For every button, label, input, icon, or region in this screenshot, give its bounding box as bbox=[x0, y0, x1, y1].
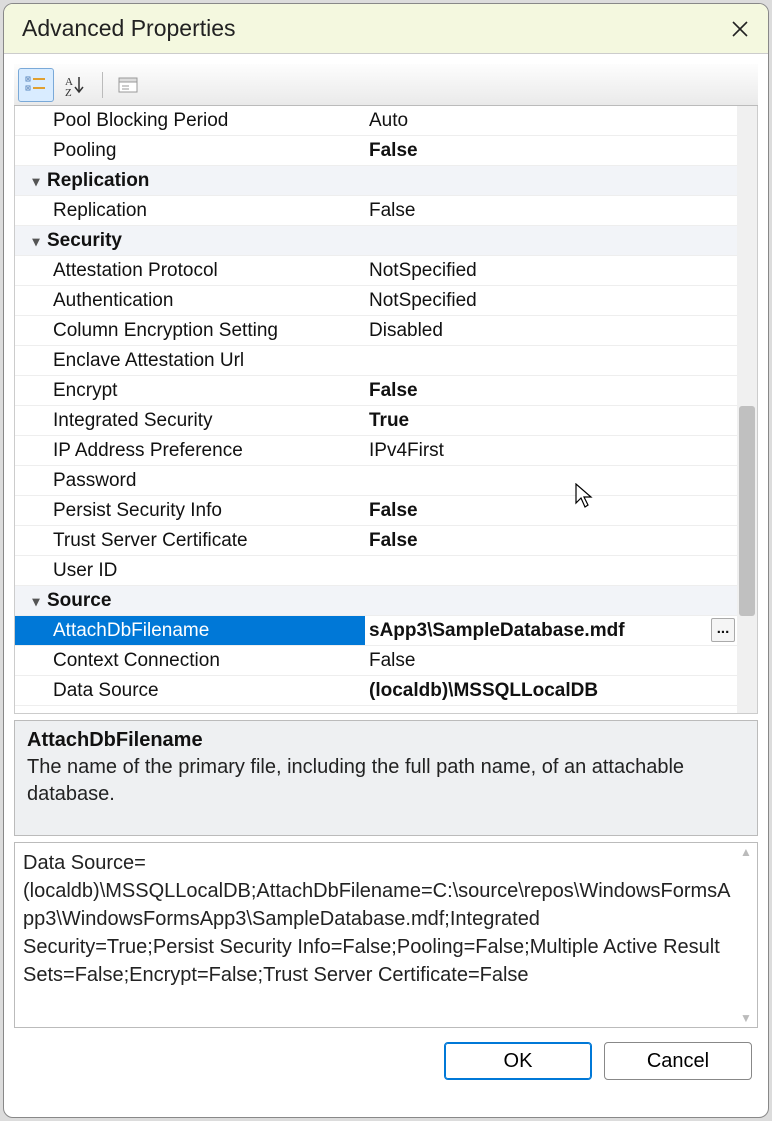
category-label: Security bbox=[47, 230, 122, 251]
property-grid: Pool Blocking Period Auto Pooling False … bbox=[14, 106, 758, 714]
category-row-replication[interactable]: ▾Replication bbox=[15, 166, 737, 196]
property-value[interactable]: False bbox=[365, 646, 737, 675]
property-pages-icon bbox=[117, 75, 141, 95]
property-name: Column Encryption Setting bbox=[15, 316, 365, 345]
toolbar-separator bbox=[102, 72, 103, 98]
property-row[interactable]: Authentication NotSpecified bbox=[15, 286, 737, 316]
property-name: Integrated Security bbox=[15, 406, 365, 435]
property-name: Pool Blocking Period bbox=[15, 106, 365, 135]
close-icon bbox=[731, 20, 749, 38]
property-value[interactable]: False bbox=[365, 196, 737, 225]
ok-button[interactable]: OK bbox=[444, 1042, 592, 1080]
property-row[interactable]: Replication False bbox=[15, 196, 737, 226]
close-button[interactable] bbox=[726, 15, 754, 43]
categorized-icon bbox=[25, 75, 47, 95]
property-name: User ID bbox=[15, 556, 365, 585]
property-name: Context Connection bbox=[15, 646, 365, 675]
property-row[interactable]: Persist Security Info False bbox=[15, 496, 737, 526]
textbox-spinner: ▲ ▼ bbox=[737, 845, 755, 1025]
arrow-up-icon[interactable]: ▲ bbox=[737, 845, 755, 859]
property-name: Pooling bbox=[15, 136, 365, 165]
property-row[interactable]: Integrated Security True bbox=[15, 406, 737, 436]
property-value[interactable]: Auto bbox=[365, 106, 737, 135]
property-row-selected[interactable]: AttachDbFilename sApp3\SampleDatabase.md… bbox=[15, 616, 737, 646]
property-pages-button[interactable] bbox=[111, 68, 147, 102]
property-value[interactable]: NotSpecified bbox=[365, 256, 737, 285]
vertical-scrollbar[interactable] bbox=[737, 106, 757, 713]
property-row[interactable]: Pool Blocking Period Auto bbox=[15, 106, 737, 136]
titlebar: Advanced Properties bbox=[4, 4, 768, 54]
property-value[interactable]: (localdb)\MSSQLLocalDB bbox=[365, 676, 737, 705]
description-body: The name of the primary file, including … bbox=[27, 754, 745, 808]
property-value[interactable]: False bbox=[365, 526, 737, 555]
property-row[interactable]: IP Address Preference IPv4First bbox=[15, 436, 737, 466]
property-name: Enclave Attestation Url bbox=[15, 346, 365, 375]
categorized-button[interactable] bbox=[18, 68, 54, 102]
connection-string-box[interactable]: Data Source=(localdb)\MSSQLLocalDB;Attac… bbox=[14, 842, 758, 1028]
category-row-source[interactable]: ▾Source bbox=[15, 586, 737, 616]
property-value[interactable] bbox=[365, 346, 737, 375]
property-name: Persist Security Info bbox=[15, 496, 365, 525]
property-value[interactable]: False bbox=[365, 496, 737, 525]
property-value[interactable]: Disabled bbox=[365, 316, 737, 345]
description-panel: AttachDbFilename The name of the primary… bbox=[14, 720, 758, 836]
advanced-properties-dialog: Advanced Properties A Z bbox=[3, 3, 769, 1118]
description-title: AttachDbFilename bbox=[27, 729, 745, 752]
property-name: Replication bbox=[15, 196, 365, 225]
property-value[interactable]: False bbox=[365, 376, 737, 405]
category-label: Source bbox=[47, 590, 111, 611]
property-row[interactable]: Column Encryption Setting Disabled bbox=[15, 316, 737, 346]
property-value[interactable]: True bbox=[365, 406, 737, 435]
propertygrid-toolbar: A Z bbox=[14, 64, 758, 106]
property-row[interactable]: Password bbox=[15, 466, 737, 496]
property-name: IP Address Preference bbox=[15, 436, 365, 465]
property-row[interactable]: Pooling False bbox=[15, 136, 737, 166]
property-name: Data Source bbox=[15, 676, 365, 705]
property-row[interactable]: Enclave Attestation Url bbox=[15, 346, 737, 376]
property-name: Trust Server Certificate bbox=[15, 526, 365, 555]
property-name: Encrypt bbox=[15, 376, 365, 405]
property-value[interactable] bbox=[365, 556, 737, 585]
property-value[interactable]: sApp3\SampleDatabase.mdf ... bbox=[365, 616, 737, 645]
connection-string-text[interactable]: Data Source=(localdb)\MSSQLLocalDB;Attac… bbox=[23, 849, 733, 1021]
property-value[interactable] bbox=[365, 466, 737, 495]
scrollbar-thumb[interactable] bbox=[739, 406, 755, 616]
property-name: Authentication bbox=[15, 286, 365, 315]
chevron-down-icon[interactable]: ▾ bbox=[25, 586, 47, 615]
property-row[interactable]: Trust Server Certificate False bbox=[15, 526, 737, 556]
category-label: Replication bbox=[47, 170, 149, 191]
ellipsis-button[interactable]: ... bbox=[711, 618, 735, 642]
property-name: Attestation Protocol bbox=[15, 256, 365, 285]
chevron-down-icon[interactable]: ▾ bbox=[25, 226, 47, 255]
property-row[interactable]: User ID bbox=[15, 556, 737, 586]
chevron-down-icon[interactable]: ▾ bbox=[25, 166, 47, 195]
property-name: AttachDbFilename bbox=[15, 616, 365, 645]
window-title: Advanced Properties bbox=[22, 15, 726, 42]
dialog-footer: OK Cancel bbox=[4, 1028, 768, 1096]
property-row[interactable]: Encrypt False bbox=[15, 376, 737, 406]
property-name: Password bbox=[15, 466, 365, 495]
property-value[interactable]: NotSpecified bbox=[365, 286, 737, 315]
alphabetical-icon: A Z bbox=[65, 74, 87, 96]
cancel-button[interactable]: Cancel bbox=[604, 1042, 752, 1080]
category-row-security[interactable]: ▾Security bbox=[15, 226, 737, 256]
property-value[interactable]: False bbox=[365, 136, 737, 165]
property-row[interactable]: Context Connection False bbox=[15, 646, 737, 676]
svg-text:Z: Z bbox=[65, 87, 72, 96]
property-value[interactable]: IPv4First bbox=[365, 436, 737, 465]
property-row[interactable]: Attestation Protocol NotSpecified bbox=[15, 256, 737, 286]
arrow-down-icon[interactable]: ▼ bbox=[737, 1011, 755, 1025]
alphabetical-button[interactable]: A Z bbox=[58, 68, 94, 102]
property-row[interactable]: Data Source (localdb)\MSSQLLocalDB bbox=[15, 676, 737, 706]
